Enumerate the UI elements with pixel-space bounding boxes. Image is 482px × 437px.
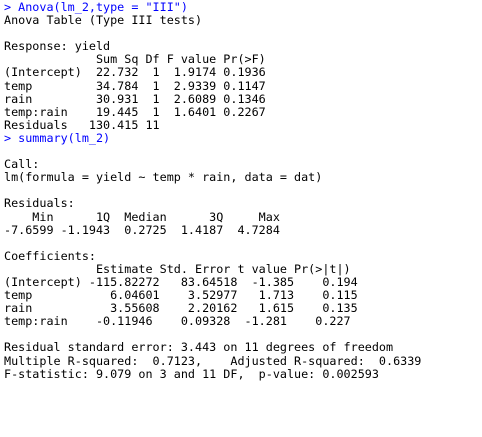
console-command-line: > summary(lm_2) [4, 131, 111, 145]
console-output-line: temp 6.04601 3.52977 1.713 0.115 [4, 289, 358, 303]
console-output-line: rain 3.55608 2.20162 1.615 0.135 [4, 302, 358, 316]
console-output-line: temp:rain 19.445 1 1.6401 0.2267 [4, 105, 266, 119]
console-output-line: (Intercept) 22.732 1 1.9174 0.1936 [4, 66, 266, 80]
console-output-line: Residuals 130.415 11 [4, 118, 160, 132]
console-output-line: rain 30.931 1 2.6089 0.1346 [4, 92, 266, 106]
console-output-line: temp 34.784 1 2.9339 0.1147 [4, 79, 266, 93]
console-output-line: Residuals: [4, 197, 75, 211]
console-output-line: Response: yield [4, 40, 111, 54]
r-console-output[interactable]: > Anova(lm_2,type = "III") Anova Table (T… [0, 0, 482, 437]
console-output-line: (Intercept) -115.82272 83.64518 -1.385 0… [4, 275, 358, 289]
console-output-line: F-statistic: 9.079 on 3 and 11 DF, p-val… [4, 367, 379, 381]
console-output-line: Residual standard error: 3.443 on 11 deg… [4, 341, 394, 355]
console-output-line: -7.6599 -1.1943 0.2725 1.4187 4.7284 [4, 223, 287, 237]
console-command-line: > Anova(lm_2,type = "III") [4, 1, 188, 14]
console-output-line: temp:rain -0.11946 0.09328 -1.281 0.227 [4, 315, 351, 329]
console-output-line: Min 1Q Median 3Q Max [4, 210, 287, 224]
console-output-line: lm(formula = yield ~ temp * rain, data =… [4, 171, 323, 185]
console-output-line: Call: [4, 158, 40, 172]
console-output-line: Multiple R-squared: 0.7123, Adjusted R-s… [4, 354, 429, 368]
console-output-line: Coefficients: [4, 249, 96, 263]
console-output-line: Anova Table (Type III tests) [4, 14, 203, 28]
console-output-line: Estimate Std. Error t value Pr(>|t|) [4, 262, 351, 276]
console-output-line: Sum Sq Df F value Pr(>F) [4, 53, 266, 67]
